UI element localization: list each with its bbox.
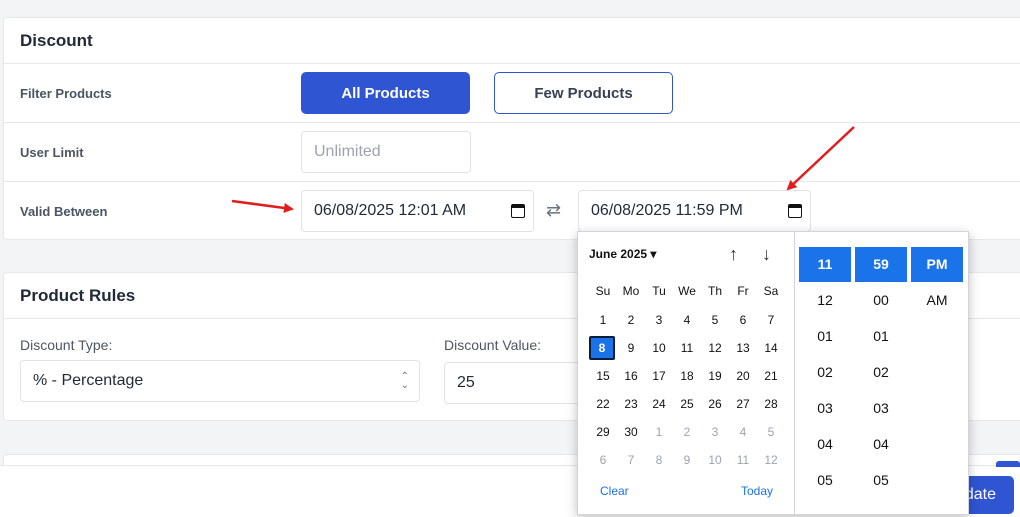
calendar-day[interactable]: 19 bbox=[701, 364, 729, 388]
calendar-day[interactable]: 21 bbox=[757, 364, 785, 388]
meridiem-option[interactable]: AM bbox=[911, 283, 963, 318]
calendar-icon[interactable] bbox=[788, 204, 802, 218]
discount-card: Discount Filter Products All Products Fe… bbox=[3, 17, 1020, 240]
calendar-day[interactable]: 14 bbox=[757, 336, 785, 360]
calendar-day[interactable]: 29 bbox=[589, 420, 617, 444]
user-limit-input[interactable]: Unlimited bbox=[301, 131, 471, 173]
today-link[interactable]: Today bbox=[741, 484, 773, 498]
hour-option-selected[interactable]: 11 bbox=[799, 247, 851, 282]
minute-option[interactable]: 03 bbox=[855, 391, 907, 426]
dropdown-caret-icon: ▾ bbox=[650, 247, 657, 261]
filter-products-row: Filter Products All Products Few Product… bbox=[4, 64, 1020, 123]
month-year-selector[interactable]: June 2025 ▾ bbox=[589, 247, 656, 261]
user-limit-row: User Limit Unlimited bbox=[4, 123, 1020, 182]
valid-between-label: Valid Between bbox=[20, 204, 108, 219]
calendar-day[interactable]: 5 bbox=[757, 420, 785, 444]
calendar-day[interactable]: 25 bbox=[673, 392, 701, 416]
calendar-day[interactable]: 26 bbox=[701, 392, 729, 416]
month-year-label: June 2025 bbox=[589, 247, 648, 261]
discount-type-select[interactable]: % - Percentage ⌃ ⌄ bbox=[20, 360, 420, 402]
minute-option[interactable]: 02 bbox=[855, 355, 907, 390]
start-datetime-value: 06/08/2025 12:01 AM bbox=[314, 202, 467, 219]
minute-option[interactable]: 05 bbox=[855, 463, 907, 498]
calendar-day[interactable]: 7 bbox=[757, 308, 785, 332]
calendar-day[interactable]: 28 bbox=[757, 392, 785, 416]
all-products-button[interactable]: All Products bbox=[301, 72, 470, 114]
end-datetime-input[interactable]: 06/08/2025 11:59 PM bbox=[578, 190, 811, 232]
calendar-day[interactable]: 20 bbox=[729, 364, 757, 388]
few-products-button[interactable]: Few Products bbox=[494, 72, 673, 114]
hour-option[interactable]: 02 bbox=[799, 355, 851, 390]
calendar-day[interactable]: 6 bbox=[589, 448, 617, 472]
hour-option[interactable]: 05 bbox=[799, 463, 851, 498]
calendar-day[interactable]: 16 bbox=[617, 364, 645, 388]
calendar-day-selected[interactable]: 8 bbox=[589, 336, 615, 360]
calendar-day[interactable]: 17 bbox=[645, 364, 673, 388]
calendar-day[interactable]: 12 bbox=[757, 448, 785, 472]
weekday-label: Mo bbox=[622, 284, 640, 298]
weekday-label: Th bbox=[707, 284, 722, 298]
discount-value-input[interactable]: 25 bbox=[444, 362, 584, 404]
hour-option[interactable]: 01 bbox=[799, 319, 851, 354]
calendar-icon[interactable] bbox=[511, 204, 525, 218]
calendar-day[interactable]: 12 bbox=[701, 336, 729, 360]
calendar-day[interactable]: 11 bbox=[673, 336, 701, 360]
calendar-day[interactable]: 18 bbox=[673, 364, 701, 388]
weekday-label: Su bbox=[595, 284, 611, 298]
discount-title: Discount bbox=[4, 18, 1020, 64]
calendar-day[interactable]: 7 bbox=[617, 448, 645, 472]
calendar-day[interactable]: 6 bbox=[729, 308, 757, 332]
discount-value-label: Discount Value: bbox=[444, 337, 542, 353]
end-datetime-value: 06/08/2025 11:59 PM bbox=[591, 202, 743, 219]
discount-type-label: Discount Type: bbox=[20, 337, 113, 353]
calendar-day[interactable]: 10 bbox=[701, 448, 729, 472]
select-chevron-icon: ⌃ ⌄ bbox=[400, 371, 409, 391]
swap-icon: ⇄ bbox=[546, 200, 562, 220]
start-datetime-input[interactable]: 06/08/2025 12:01 AM bbox=[301, 190, 534, 232]
calendar-day[interactable]: 3 bbox=[701, 420, 729, 444]
calendar-day[interactable]: 13 bbox=[729, 336, 757, 360]
weekday-label: Fr bbox=[737, 284, 749, 298]
calendar-day[interactable]: 10 bbox=[645, 336, 673, 360]
minute-option[interactable]: 01 bbox=[855, 319, 907, 354]
calendar-day[interactable]: 2 bbox=[673, 420, 701, 444]
discount-type-value: % - Percentage bbox=[33, 372, 144, 389]
calendar-day[interactable]: 27 bbox=[729, 392, 757, 416]
calendar-day[interactable]: 8 bbox=[645, 448, 673, 472]
datetime-picker-popup: June 2025 ▾ ↑ ↓ Su Mo Tu We Th Fr Sa 123456789… bbox=[577, 231, 969, 515]
minute-option[interactable]: 04 bbox=[855, 427, 907, 462]
calendar-day[interactable]: 5 bbox=[701, 308, 729, 332]
calendar-day[interactable]: 4 bbox=[673, 308, 701, 332]
minute-option[interactable]: 00 bbox=[855, 283, 907, 318]
discount-value: 25 bbox=[457, 374, 475, 391]
blue-tab bbox=[996, 461, 1020, 467]
calendar-day[interactable]: 15 bbox=[589, 364, 617, 388]
calendar-day[interactable]: 9 bbox=[617, 336, 645, 360]
calendar-day[interactable]: 9 bbox=[673, 448, 701, 472]
calendar-day[interactable]: 3 bbox=[645, 308, 673, 332]
minute-option-selected[interactable]: 59 bbox=[855, 247, 907, 282]
clear-link[interactable]: Clear bbox=[600, 484, 629, 498]
previous-month-arrow-icon[interactable]: ↑ bbox=[729, 244, 738, 265]
meridiem-option-selected[interactable]: PM bbox=[911, 247, 963, 282]
next-month-arrow-icon[interactable]: ↓ bbox=[762, 244, 771, 265]
filter-products-label: Filter Products bbox=[20, 86, 112, 101]
weekday-label: Sa bbox=[763, 284, 779, 298]
calendar-pane: June 2025 ▾ ↑ ↓ Su Mo Tu We Th Fr Sa 123456789… bbox=[578, 232, 795, 514]
calendar-day[interactable]: 2 bbox=[617, 308, 645, 332]
user-limit-label: User Limit bbox=[20, 145, 84, 160]
hour-option[interactable]: 12 bbox=[799, 283, 851, 318]
weekday-label: We bbox=[678, 284, 696, 298]
calendar-day[interactable]: 11 bbox=[729, 448, 757, 472]
calendar-day[interactable]: 24 bbox=[645, 392, 673, 416]
hour-option[interactable]: 03 bbox=[799, 391, 851, 426]
calendar-day[interactable]: 1 bbox=[589, 308, 617, 332]
hour-option[interactable]: 04 bbox=[799, 427, 851, 462]
calendar-day[interactable]: 30 bbox=[617, 420, 645, 444]
calendar-day[interactable]: 4 bbox=[729, 420, 757, 444]
weekday-label: Tu bbox=[652, 284, 666, 298]
calendar-day[interactable]: 22 bbox=[589, 392, 617, 416]
calendar-day[interactable]: 1 bbox=[645, 420, 673, 444]
calendar-day[interactable]: 23 bbox=[617, 392, 645, 416]
